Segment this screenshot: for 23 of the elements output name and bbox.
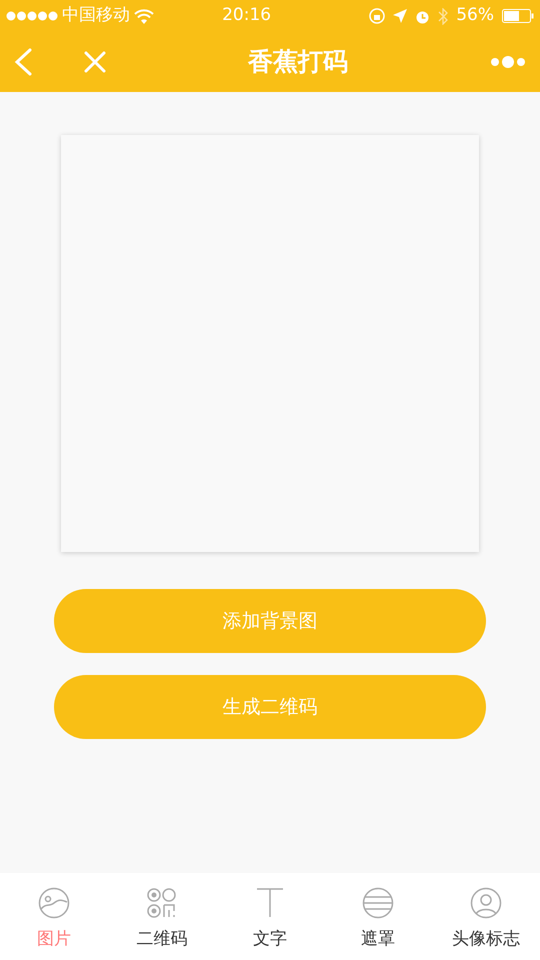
carrier-name: 中国移动 bbox=[62, 4, 130, 28]
battery-icon bbox=[502, 9, 534, 23]
avatar-icon bbox=[470, 887, 502, 919]
signal-icon bbox=[6, 11, 58, 21]
image-icon bbox=[38, 887, 70, 919]
tab-item[interactable]: 遮罩 bbox=[324, 873, 432, 960]
text-icon bbox=[254, 887, 286, 919]
clock-time: 20:16 bbox=[222, 4, 272, 28]
close-icon[interactable] bbox=[84, 51, 106, 73]
more-icon[interactable] bbox=[490, 55, 526, 69]
battery-percent: 56% bbox=[456, 4, 494, 28]
tab-item[interactable]: 二维码 bbox=[108, 873, 216, 960]
tab-item[interactable]: 文字 bbox=[216, 873, 324, 960]
qr-code-icon bbox=[146, 887, 178, 919]
location-icon bbox=[393, 9, 408, 23]
lock-rotation-icon bbox=[369, 8, 386, 24]
striped-circle-icon bbox=[362, 887, 394, 919]
page-title: 香蕉打码 bbox=[248, 47, 348, 76]
tab-item[interactable]: 头像标志 bbox=[432, 873, 540, 960]
alarm-icon bbox=[415, 8, 430, 24]
back-icon[interactable] bbox=[14, 48, 32, 76]
bluetooth-icon bbox=[438, 8, 448, 24]
wifi-icon bbox=[134, 8, 154, 24]
